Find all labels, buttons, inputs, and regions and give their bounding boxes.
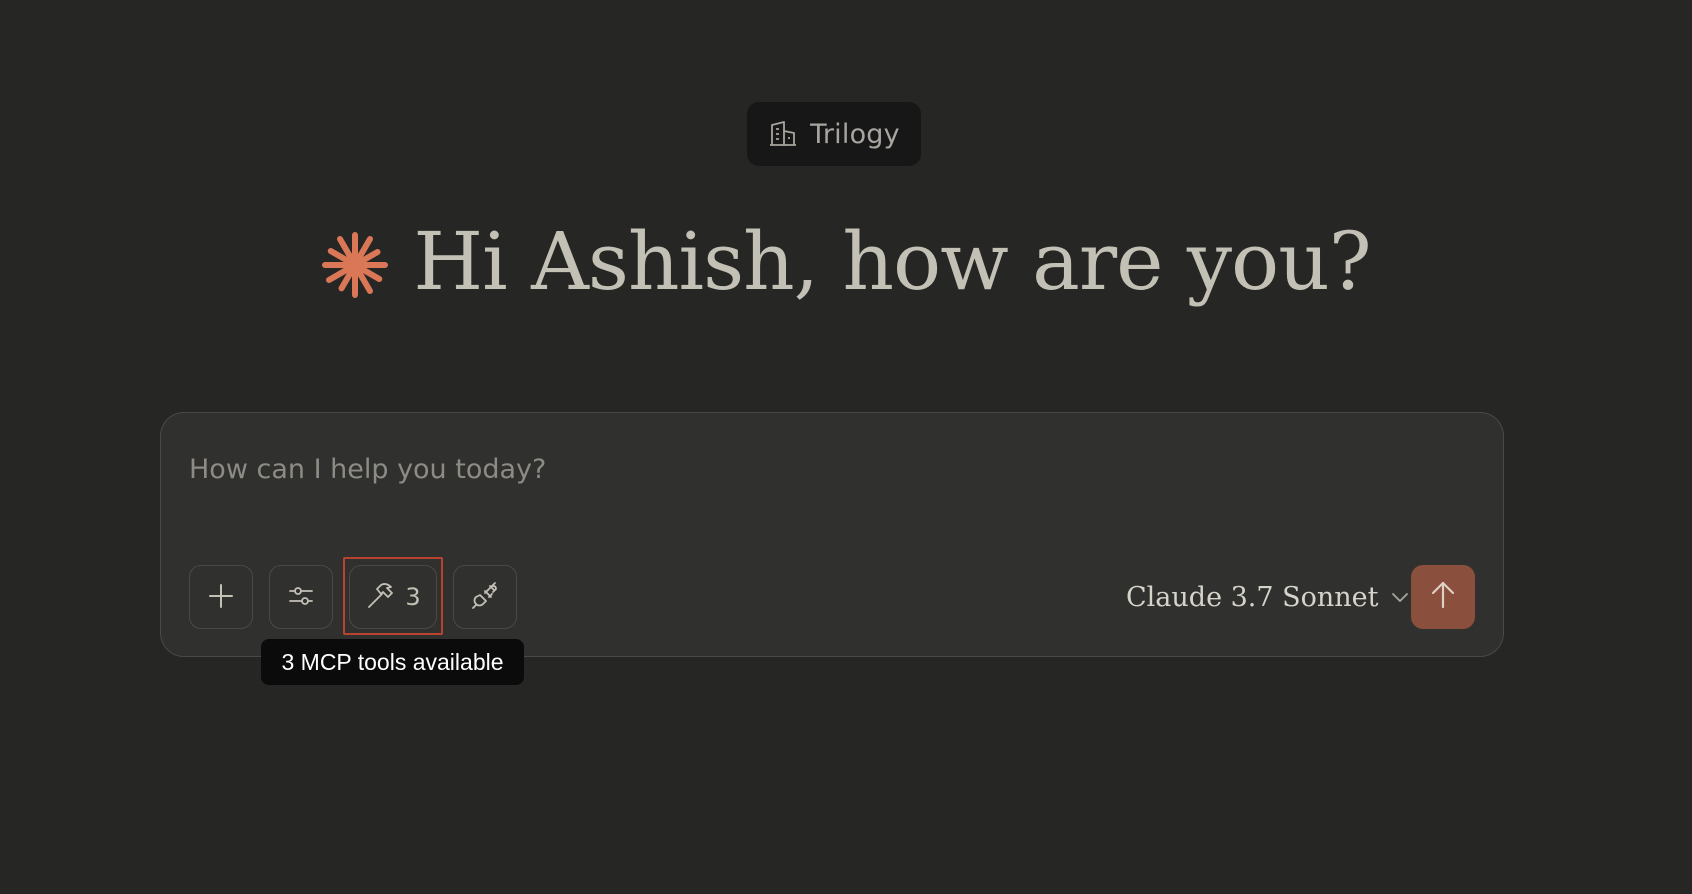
- greeting: Hi Ashish, how are you?: [0, 222, 1692, 302]
- plus-icon: [208, 583, 234, 612]
- prompt-input[interactable]: [189, 449, 1469, 489]
- message-composer: 3 Claude 3.7 Sonnet: [160, 412, 1504, 657]
- arrow-up-icon: [1429, 580, 1457, 614]
- hammer-icon: [365, 580, 397, 615]
- tools-tooltip: 3 MCP tools available: [261, 639, 524, 685]
- tool-count: 3: [405, 583, 421, 611]
- settings-button[interactable]: [269, 565, 333, 629]
- add-attachment-button[interactable]: [189, 565, 253, 629]
- organization-name: Trilogy: [810, 118, 900, 150]
- model-name: Claude 3.7 Sonnet: [1126, 581, 1379, 613]
- sliders-icon: [287, 582, 315, 613]
- greeting-text: Hi Ashish, how are you?: [413, 215, 1371, 308]
- organization-selector[interactable]: Trilogy: [747, 102, 921, 166]
- mcp-tools-button[interactable]: 3: [349, 565, 437, 629]
- plug-icon: [470, 581, 500, 614]
- model-selector[interactable]: Claude 3.7 Sonnet: [1126, 573, 1409, 621]
- chevron-down-icon: [1391, 588, 1409, 607]
- claude-starburst-icon: [321, 231, 389, 299]
- integrations-button[interactable]: [453, 565, 517, 629]
- send-button[interactable]: [1411, 565, 1475, 629]
- building-icon: [768, 119, 798, 149]
